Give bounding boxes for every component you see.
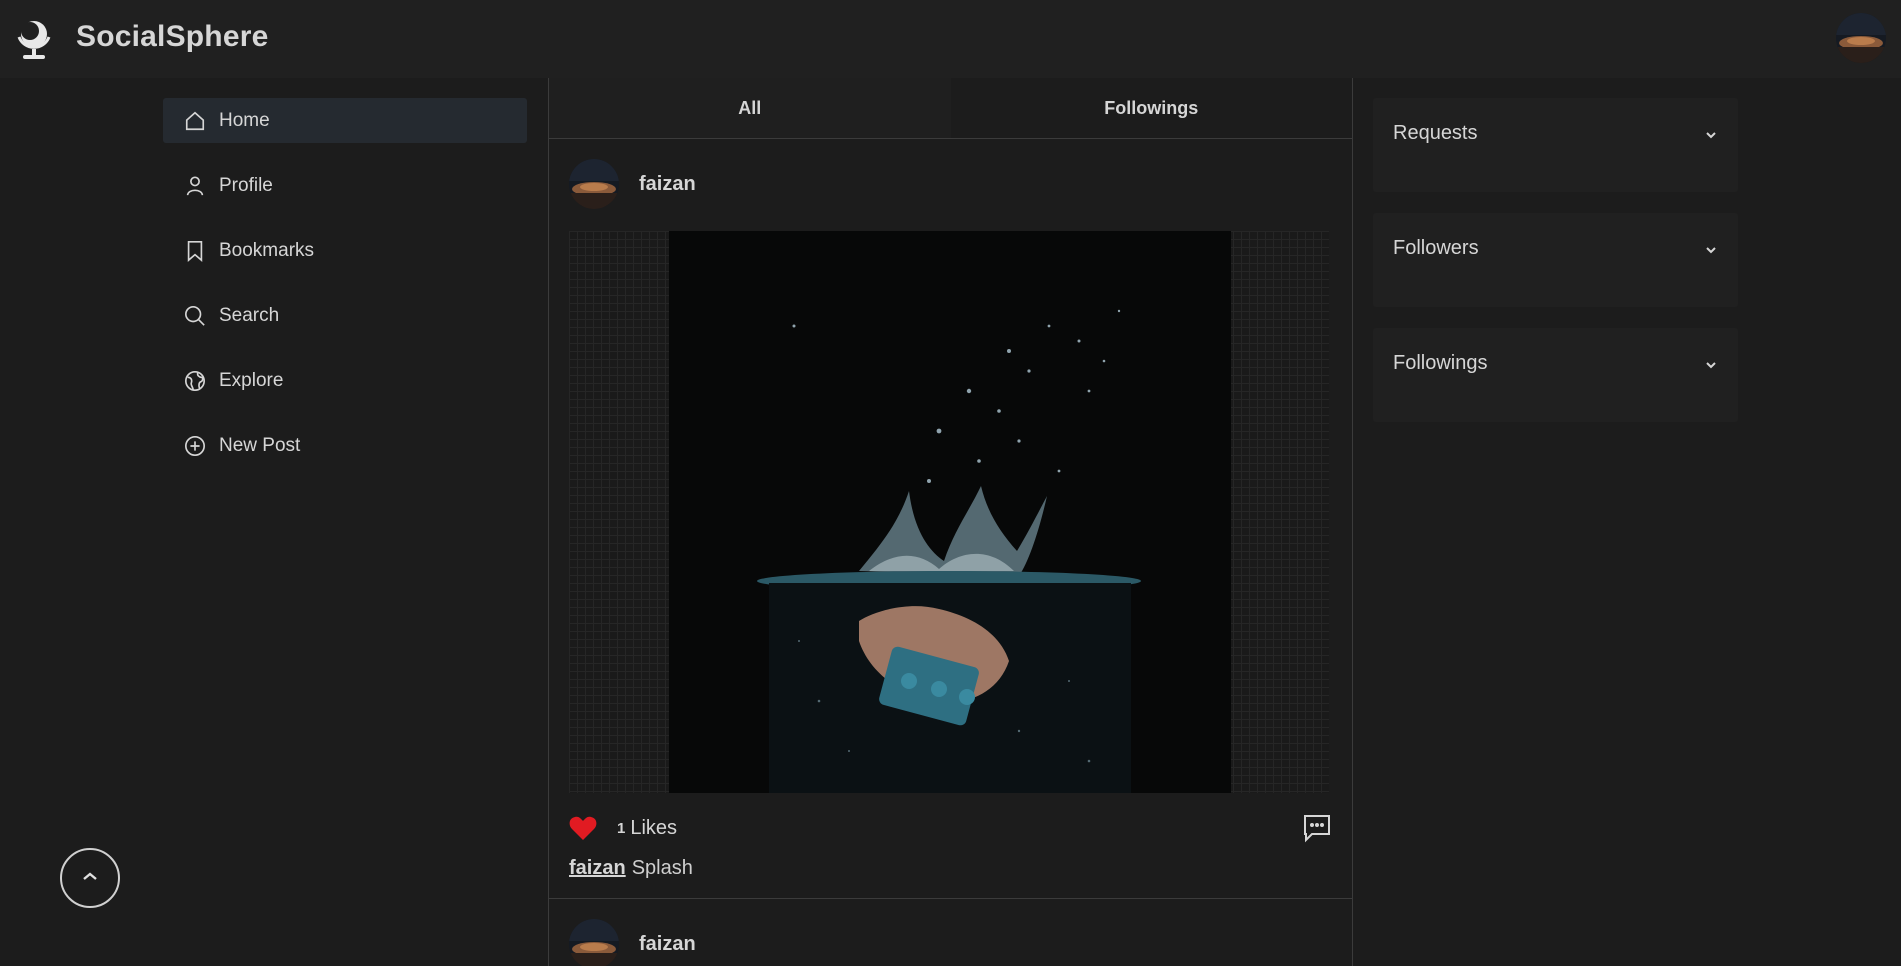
user-avatar[interactable] [1836, 13, 1886, 63]
post-author-name[interactable]: faizan [639, 933, 696, 956]
post-media [569, 231, 1329, 793]
like-heart-icon[interactable] [569, 815, 597, 841]
accordion-title: Followers [1393, 237, 1479, 259]
brand-name[interactable]: SocialSphere [76, 20, 268, 54]
user-icon [183, 174, 207, 198]
search-icon [183, 304, 207, 328]
post-author-avatar[interactable] [569, 919, 619, 966]
sidebar-item-label: Profile [219, 174, 273, 196]
likes-label: Likes [630, 816, 678, 839]
sidebar-item-label: Explore [219, 369, 284, 391]
requests-accordion[interactable]: Requests [1373, 98, 1738, 192]
chevron-down-icon [1704, 243, 1718, 257]
caption-text: Splash [631, 857, 693, 879]
feed-tabs: All Followings [549, 78, 1352, 139]
post-caption: faizan Splash [569, 857, 1332, 880]
post-actions: 1 Likes [569, 811, 1332, 845]
scroll-to-top-button[interactable] [60, 848, 120, 908]
followers-accordion[interactable]: Followers [1373, 213, 1738, 307]
caption-username[interactable]: faizan [569, 857, 626, 879]
sidebar-item-bookmarks[interactable]: Bookmarks [163, 228, 527, 273]
sidebar-item-new-post[interactable]: New Post [163, 423, 527, 468]
tab-all[interactable]: All [549, 78, 951, 138]
sidebar-item-search[interactable]: Search [163, 293, 527, 338]
sidebar-item-profile[interactable]: Profile [163, 163, 527, 208]
bookmark-icon [183, 239, 207, 263]
post-card: faizan [549, 139, 1352, 899]
post-card: faizan [549, 899, 1352, 966]
chevron-down-icon [1704, 358, 1718, 372]
followings-accordion[interactable]: Followings [1373, 328, 1738, 422]
plus-circle-icon [183, 434, 207, 458]
feed: All Followings faizan 1 Likes faizan Spl… [548, 78, 1353, 966]
tab-followings[interactable]: Followings [951, 78, 1353, 138]
post-header: faizan [569, 919, 1332, 966]
chevron-down-icon [1704, 128, 1718, 142]
sidebar-item-label: New Post [219, 434, 301, 456]
post-image[interactable] [669, 231, 1231, 793]
accordion-title: Requests [1393, 122, 1478, 144]
globe-logo-icon[interactable] [14, 17, 54, 61]
sidebar-item-home[interactable]: Home [163, 98, 527, 143]
sidebar-item-explore[interactable]: Explore [163, 358, 527, 403]
sidebar-item-label: Home [219, 109, 270, 131]
right-panel: Requests Followers Followings [1373, 98, 1738, 443]
home-icon [183, 109, 207, 133]
comment-icon[interactable] [1302, 813, 1332, 843]
sidebar-item-label: Bookmarks [219, 239, 315, 261]
accordion-title: Followings [1393, 352, 1488, 374]
sidebar-nav: Home Profile Bookmarks Search Explore Ne… [163, 98, 527, 488]
top-bar: SocialSphere [0, 0, 1901, 78]
sidebar-item-label: Search [219, 304, 280, 326]
chevron-up-icon [81, 869, 99, 887]
post-header: faizan [569, 159, 1332, 209]
likes-count: 1 [617, 819, 626, 837]
post-author-avatar[interactable] [569, 159, 619, 209]
globe-icon [183, 369, 207, 393]
post-author-name[interactable]: faizan [639, 173, 696, 196]
